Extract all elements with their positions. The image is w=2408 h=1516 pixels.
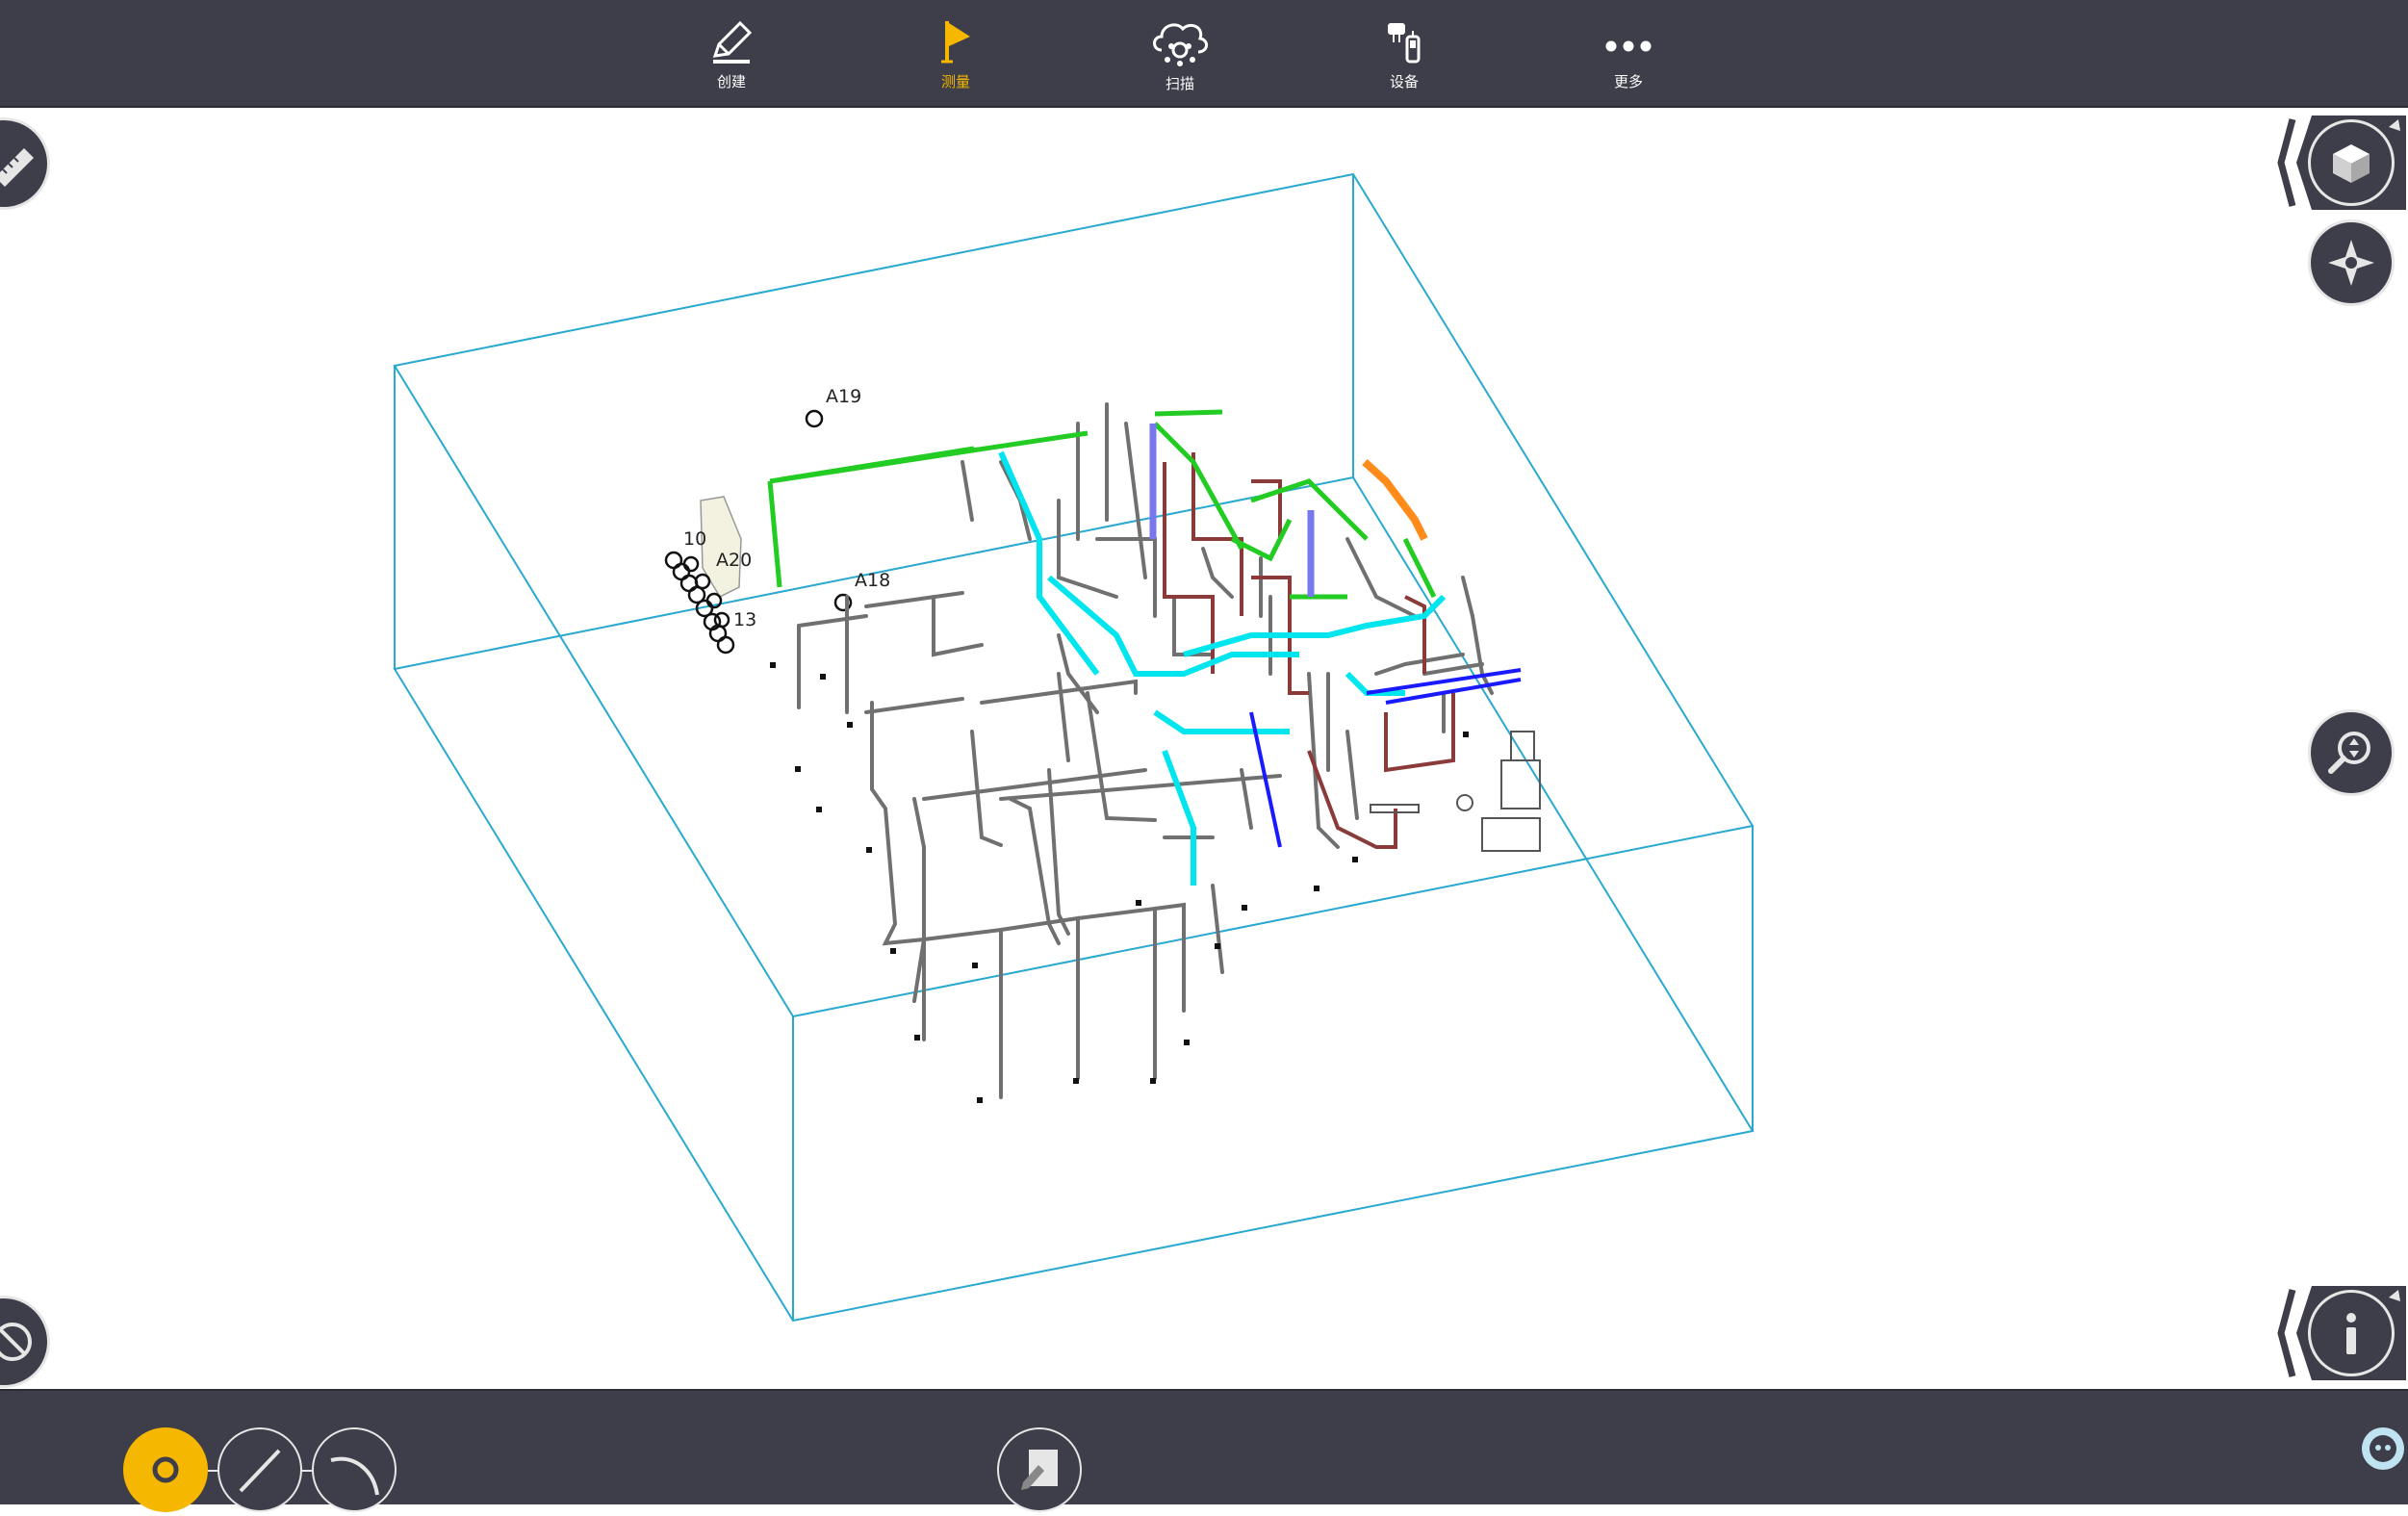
label-10: 10 [683, 528, 706, 550]
pipe-fitting-2 [847, 722, 853, 728]
cube-view-button[interactable] [2308, 119, 2395, 206]
flag-icon [941, 21, 970, 64]
gray-pipe-24 [1124, 422, 1147, 579]
gray-pipe-18 [999, 774, 1282, 801]
gray-pipe-3 [864, 591, 964, 608]
nav-more-label: 更多 [1613, 73, 1643, 90]
orange-duct [1362, 459, 1428, 541]
info-button[interactable] [2308, 1290, 2395, 1376]
label-13: 13 [733, 609, 756, 630]
gray-pipe-7 [922, 927, 1003, 1099]
purple-risers [1149, 424, 1315, 597]
zoom-icon [2328, 732, 2370, 774]
pipe-fitting-4 [816, 807, 822, 812]
pipe-fitting-10 [1184, 1040, 1190, 1045]
arc-tool-icon [330, 1456, 379, 1496]
pipe-fitting-16 [914, 1035, 920, 1041]
nav-devices[interactable]: 设备 [1327, 17, 1481, 100]
point-tool-icon [152, 1456, 179, 1483]
pipe-fitting-0 [770, 662, 776, 668]
point-tool-button[interactable] [123, 1427, 208, 1512]
svg-text:A18: A18 [855, 570, 890, 591]
info-icon [2346, 1313, 2356, 1354]
gray-pipe-1 [797, 614, 868, 628]
pipe-fitting-13 [1314, 886, 1319, 891]
no-entry-icon [0, 1323, 32, 1361]
pipe-fitting-6 [890, 948, 896, 954]
model-canvas[interactable]: 10 13 A19 A20 A18 [0, 108, 2408, 1388]
cube-view-icon [2333, 144, 2370, 183]
nav-more[interactable]: 更多 [1551, 17, 1705, 100]
gray-pipe-29 [1345, 730, 1359, 820]
orbit-icon [2328, 240, 2374, 286]
marker-a19[interactable]: A19 [805, 386, 861, 428]
chat-button[interactable] [2356, 1424, 2408, 1476]
gray-pipe-4 [932, 595, 984, 657]
pipe-fitting-18 [1136, 900, 1141, 906]
pipe-fitting-7 [977, 1097, 983, 1103]
pipe-fitting-17 [972, 963, 978, 968]
line-tool-button[interactable] [218, 1427, 302, 1512]
gray-pipe-5 [864, 697, 964, 714]
svg-text:A20: A20 [716, 550, 752, 571]
devices-icon [1388, 23, 1421, 64]
edit-note-icon [1021, 1450, 1058, 1490]
gray-pipe-9 [1076, 906, 1157, 1080]
gray-pipe-14 [1057, 672, 1070, 762]
bounding-box [393, 172, 1755, 1323]
ruler-icon [0, 148, 34, 187]
gray-pipe-8 [999, 915, 1080, 1080]
zoom-button[interactable] [2308, 709, 2395, 796]
gray-pipe-43 [1345, 537, 1417, 618]
svg-text:A19: A19 [826, 386, 861, 407]
pipe-fitting-8 [1073, 1078, 1079, 1084]
orbit-button[interactable] [2308, 219, 2395, 306]
line-tool-icon [239, 1449, 281, 1493]
gray-pipes [770, 402, 1494, 1103]
model-viewport[interactable]: 10 13 A19 A20 A18 [0, 108, 2408, 1388]
scan-cloud-icon [1153, 23, 1208, 66]
gray-pipe-35 [1422, 662, 1484, 676]
top-toolbar: 创建 测量 扫描 设备 更多 [0, 0, 2408, 108]
pipe-fitting-9 [1150, 1078, 1156, 1084]
gray-pipe-10 [1153, 902, 1186, 1013]
equipment-cluster: 10 13 [664, 496, 756, 655]
bottom-toolbar [0, 1389, 2408, 1512]
chat-icon [2362, 1427, 2404, 1470]
nav-scan-label: 扫描 [1165, 75, 1194, 92]
gray-pipe-39 [961, 460, 974, 522]
pencil-icon [712, 20, 753, 64]
arc-tool-button[interactable] [312, 1427, 397, 1512]
pipe-fitting-3 [795, 766, 801, 772]
gray-pipe-31 [1211, 884, 1224, 974]
marker-a20[interactable]: A20 [716, 550, 752, 571]
pipe-fitting-12 [1242, 905, 1247, 911]
nav-measure-label: 测量 [940, 73, 970, 90]
pipe-fitting-1 [820, 674, 826, 680]
nav-scan[interactable]: 扫描 [1103, 17, 1257, 100]
nav-create[interactable]: 创建 [654, 17, 808, 100]
pipe-fitting-11 [1215, 943, 1220, 949]
nav-devices-label: 设备 [1389, 73, 1419, 90]
nav-create-label: 创建 [716, 73, 746, 90]
edit-note-button[interactable] [997, 1427, 1082, 1512]
more-dots-icon [1605, 40, 1652, 52]
pipe-fitting-15 [1463, 732, 1469, 737]
pipe-fitting-5 [866, 847, 872, 853]
nav-measure[interactable]: 测量 [879, 17, 1033, 100]
gray-pipe-25 [1201, 547, 1234, 599]
pipe-fitting-14 [1352, 857, 1358, 862]
